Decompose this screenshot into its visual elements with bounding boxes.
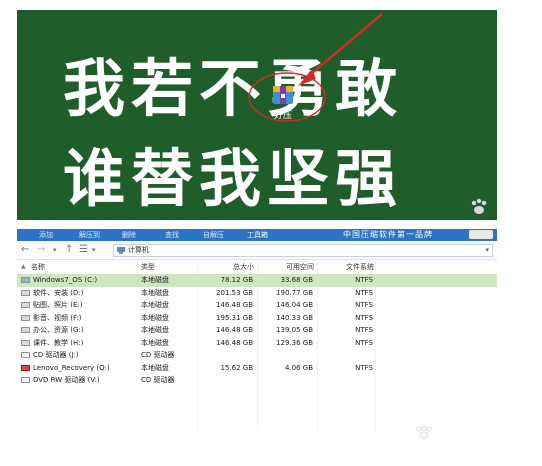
desktop-wallpaper: 我若不勇敢 谁替我坚强 好压 (17, 10, 497, 220)
column-header-free[interactable]: 可用空间 (257, 261, 314, 273)
drive-total: 78.12 GB (220, 276, 254, 284)
drive-row[interactable]: Windows7_OS (C:) 本地磁盘 78.12 GB 33.68 GB … (17, 274, 497, 287)
drive-name: CD 驱动器 (J:) (33, 351, 79, 359)
menu-self-extract[interactable]: 自解压 (203, 229, 224, 241)
history-dropdown-icon[interactable]: ▾ (53, 244, 57, 256)
hard-drive-icon (21, 339, 30, 346)
drive-row[interactable]: Lenovo_Recovery (Q:) 本地磁盘 15.62 GB 4.06 … (17, 362, 497, 375)
drive-fs: NTFS (355, 338, 373, 347)
drive-row[interactable]: 软件、安装 (D:) 本地磁盘 201.53 GB 190.77 GB NTFS (17, 287, 497, 300)
drive-row[interactable]: 课件、教学 (H:) 本地磁盘 146.48 GB 129.36 GB NTFS (17, 337, 497, 350)
forward-arrow-icon[interactable]: → (37, 244, 45, 256)
drive-type: CD 驱动器 (141, 376, 175, 384)
menu-add[interactable]: 添加 (39, 229, 53, 241)
column-header-fs[interactable]: 文件系统 (317, 261, 374, 273)
drive-total: 195.31 GB (216, 313, 253, 322)
column-header-name[interactable]: 名称 (31, 261, 45, 273)
hard-drive-icon (21, 302, 30, 308)
drive-type: 本地磁盘 (141, 326, 169, 334)
drive-row[interactable]: 影音、视频 (F:) 本地磁盘 195.31 GB 140.33 GB NTFS (17, 312, 497, 325)
drive-free: 33.68 GB (280, 276, 314, 284)
sort-up-icon: ▲ (21, 263, 26, 270)
drive-total: 146.48 GB (216, 301, 253, 309)
drive-free: 140.33 GB (276, 313, 313, 322)
drive-fs: NTFS (355, 301, 373, 309)
drive-total: 146.48 GB (216, 338, 253, 347)
drive-row[interactable]: 贴图、照片 (E:) 本地磁盘 146.48 GB 146.04 GB NTFS (17, 299, 497, 312)
haozip-desktop-icon[interactable]: 好压 (263, 84, 303, 126)
drive-fs: NTFS (355, 276, 373, 284)
annotation-arrow-icon (248, 13, 383, 122)
drive-fs: NTFS (355, 288, 373, 297)
haozip-app-icon (273, 86, 293, 104)
drive-total: 15.62 GB (220, 363, 254, 372)
drive-fs (317, 349, 373, 361)
column-header-type[interactable]: 类型 (137, 261, 155, 273)
drive-name: DVD RW 驱动器 (V:) (33, 376, 100, 384)
drive-type: 本地磁盘 (141, 288, 169, 297)
drive-free (257, 374, 313, 386)
drive-name: 影音、视频 (F:) (33, 313, 82, 322)
drive-type: 本地磁盘 (141, 363, 169, 372)
haozip-menubar: 添加 解压到 删除 查找 自解压 工具箱 中国压缩软件第一品牌 (17, 229, 497, 242)
hard-drive-icon (21, 327, 30, 333)
column-header-total[interactable]: 总大小 (197, 261, 254, 273)
drive-total: 146.48 GB (216, 326, 253, 334)
system-drive-icon (21, 277, 30, 283)
up-level-icon[interactable]: ↑ (65, 244, 73, 256)
view-menu-icon[interactable]: ☰ (79, 244, 88, 256)
hard-drive-icon (21, 289, 30, 296)
drive-name: 办公、资源 (G:) (33, 326, 84, 334)
drive-type: CD 驱动器 (141, 351, 175, 359)
drive-total: 201.53 GB (216, 288, 253, 297)
drive-name: 贴图、照片 (E:) (33, 301, 83, 309)
drive-free: 146.04 GB (276, 301, 313, 309)
computer-icon (117, 247, 125, 254)
menu-extract-to[interactable]: 解压到 (79, 229, 100, 241)
address-location: 计算机 (128, 246, 149, 254)
drive-free (257, 349, 313, 361)
menubar-tray-icon[interactable] (469, 230, 493, 239)
drive-row[interactable]: DVD RW 驱动器 (V:) CD 驱动器 (17, 374, 497, 387)
drive-name: Windows7_OS (C:) (33, 276, 98, 284)
drive-total (197, 349, 253, 361)
drive-name: Lenovo_Recovery (Q:) (33, 363, 110, 372)
cd-drive-icon (21, 352, 30, 358)
address-bar: ← → ▾ ↑ ☰ ▾ 计算机 ▾ (17, 241, 497, 260)
drive-type: 本地磁盘 (141, 276, 169, 284)
paw-watermark-icon (416, 425, 432, 439)
file-explorer-window: 添加 解压到 删除 查找 自解压 工具箱 中国压缩软件第一品牌 ← → ▾ ↑ … (17, 229, 497, 441)
drive-total (197, 374, 253, 386)
drive-free: 129.36 GB (276, 338, 313, 347)
back-arrow-icon[interactable]: ← (21, 244, 29, 256)
wallpaper-text-line2: 谁替我坚强 (63, 142, 404, 215)
drive-name: 软件、安装 (D:) (33, 288, 84, 297)
view-dropdown-icon[interactable]: ▾ (92, 244, 96, 256)
drive-fs: NTFS (355, 326, 373, 334)
drive-free: 4.06 GB (284, 363, 313, 372)
hard-drive-icon (21, 314, 30, 321)
recovery-drive-icon (21, 364, 30, 371)
drive-type: 本地磁盘 (141, 338, 169, 347)
desktop-icon-label: 好压 (273, 111, 292, 121)
menu-delete[interactable]: 删除 (122, 229, 136, 241)
menubar-slogan: 中国压缩软件第一品牌 (343, 230, 433, 239)
drive-fs: NTFS (355, 363, 373, 372)
menu-find[interactable]: 查找 (165, 229, 179, 241)
address-field[interactable]: 计算机 ▾ (113, 244, 493, 257)
drive-fs (317, 374, 373, 386)
paw-watermark-icon (471, 198, 487, 214)
drive-row[interactable]: 办公、资源 (G:) 本地磁盘 146.48 GB 139.05 GB NTFS (17, 324, 497, 337)
address-dropdown-icon[interactable]: ▾ (485, 245, 489, 256)
drive-free: 139.05 GB (276, 326, 313, 334)
drive-type: 本地磁盘 (141, 301, 169, 309)
drive-list: Windows7_OS (C:) 本地磁盘 78.12 GB 33.68 GB … (17, 274, 497, 387)
dvd-drive-icon (21, 377, 30, 383)
drive-free: 190.77 GB (276, 288, 313, 297)
drive-fs: NTFS (355, 313, 373, 322)
drive-type: 本地磁盘 (141, 313, 169, 322)
drive-row[interactable]: CD 驱动器 (J:) CD 驱动器 (17, 349, 497, 362)
drive-name: 课件、教学 (H:) (33, 338, 84, 347)
